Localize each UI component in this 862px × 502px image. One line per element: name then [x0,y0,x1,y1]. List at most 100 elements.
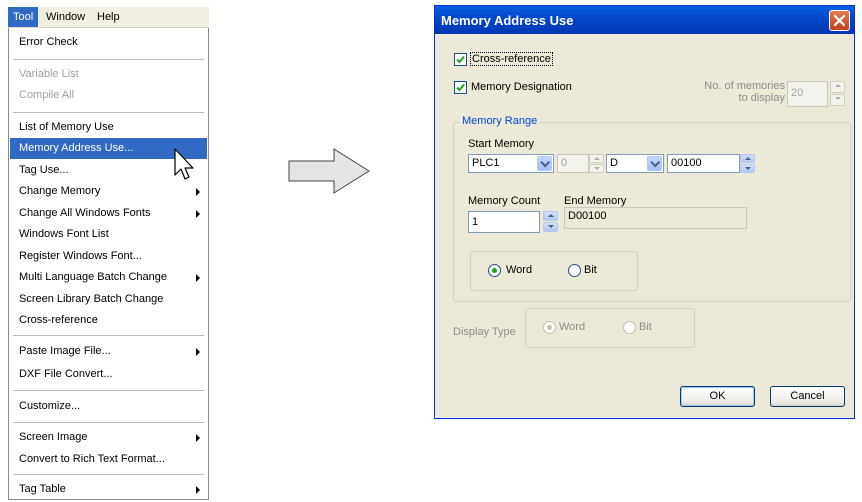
end-memory-value: D00100 [568,210,607,222]
close-icon [833,14,846,27]
menu-item-dxf-file-convert[interactable]: DXF File Convert... [10,364,207,385]
dialog-titlebar[interactable]: Memory Address Use [435,6,854,34]
menu-item-label: Tag Use... [19,164,69,176]
submenu-arrow-icon [196,486,200,494]
word-radio[interactable] [488,264,501,277]
menu-item-tag-table[interactable]: Tag Table [10,479,207,500]
menu-item-variable-list: Variable List [10,64,207,85]
cross-reference-label[interactable]: Cross-reference [470,52,553,66]
address-spinner[interactable] [740,154,755,173]
memory-designation-checkbox[interactable] [454,81,467,94]
menu-item-error-check[interactable]: Error Check [10,32,207,53]
word-radio-label[interactable]: Word [506,264,532,276]
dialog-body: Cross-reference Memory Designation No. o… [438,34,851,415]
end-memory-field: D00100 [564,207,747,229]
menu-item-multi-language-batch-change[interactable]: Multi Language Batch Change [10,267,207,288]
spin-up-icon[interactable] [543,211,558,221]
device-value: D [610,157,618,169]
start-memory-label: Start Memory [468,138,535,150]
menu-item-label: Error Check [19,36,78,48]
station-value: 0 [561,157,568,169]
close-button[interactable] [829,10,850,31]
address-value: 00100 [671,157,702,169]
spin-down-icon[interactable] [740,164,755,173]
memory-designation-label[interactable]: Memory Designation [471,81,572,93]
display-word-label: Word [559,321,586,333]
display-bit-radio [623,321,636,334]
menu-item-label: Paste Image File... [19,345,111,357]
menu-item-label: Multi Language Batch Change [19,271,167,283]
menubar-help[interactable]: Help [92,7,125,27]
memory-count-spinner[interactable] [543,211,558,233]
menu-separator [13,59,204,60]
menu-separator [13,422,204,423]
display-bit-label: Bit [639,321,652,333]
display-type-label: Display Type [453,326,516,338]
menubar-tool[interactable]: Tool [8,7,39,27]
menu-item-label: List of Memory Use [19,121,114,133]
ok-button[interactable]: OK [680,386,755,407]
chevron-down-icon[interactable] [537,156,552,171]
device-select[interactable]: D [606,154,664,173]
menu-item-label: Windows Font List [19,228,109,240]
menu-item-screen-image[interactable]: Screen Image [10,427,207,448]
menu-item-list-of-memory-use[interactable]: List of Memory Use [10,117,207,138]
menu-item-customize[interactable]: Customize... [10,396,207,417]
spin-up-icon [830,81,845,93]
spin-up-icon[interactable] [740,154,755,163]
menubar-window[interactable]: Window [41,7,90,27]
no-of-memories-spinner [830,81,845,107]
menu-item-label: DXF File Convert... [19,368,113,380]
memory-count-field[interactable]: 1 [468,211,540,233]
menu-item-change-memory[interactable]: Change Memory [10,181,207,202]
tool-menu: Error Check Variable List Compile All Li… [8,28,209,500]
menu-item-register-windows-font[interactable]: Register Windows Font... [10,246,207,267]
menu-item-change-all-windows-fonts[interactable]: Change All Windows Fonts [10,203,207,224]
menu-item-label: Customize... [19,400,81,412]
bit-radio[interactable] [568,264,581,277]
menu-item-windows-font-list[interactable]: Windows Font List [10,224,207,245]
cross-reference-checkbox[interactable] [454,53,467,66]
menu-item-paste-image-file[interactable]: Paste Image File... [10,341,207,362]
cancel-button[interactable]: Cancel [770,386,845,407]
menu-item-label: Compile All [19,89,75,101]
memory-address-use-dialog: Memory Address Use Cross-reference Memor… [434,5,855,419]
submenu-arrow-icon [196,348,200,356]
station-field: 0 [557,154,589,173]
checkmark-icon [456,55,465,64]
menu-item-screen-library-batch-change[interactable]: Screen Library Batch Change [10,289,207,310]
spin-up-icon [589,154,604,163]
plc-select[interactable]: PLC1 [468,154,554,173]
menu-item-label: Variable List [19,68,79,80]
menu-separator [13,112,204,113]
no-of-memories-label-line2: to display [738,92,785,104]
no-of-memories-label: No. of memories to display [695,80,785,104]
spin-down-icon[interactable] [543,222,558,232]
menu-item-label: Register Windows Font... [19,250,142,262]
menu-item-label: Convert to Rich Text Format... [19,453,165,465]
station-spinner [589,154,604,173]
menu-item-compile-all: Compile All [10,85,207,106]
checkmark-icon [456,83,465,92]
menu-item-cross-reference[interactable]: Cross-reference [10,310,207,331]
memory-count-label: Memory Count [468,195,541,207]
no-of-memories-value: 20 [791,87,804,99]
spin-down-icon [830,94,845,106]
plc-value: PLC1 [472,157,500,169]
menu-separator [13,390,204,391]
spin-down-icon [589,164,604,173]
menu-item-label: Tag Table [19,483,66,495]
right-arrow-icon [288,148,370,194]
mouse-cursor-icon [174,148,194,180]
menu-item-label: Cross-reference [19,314,98,326]
bit-radio-label[interactable]: Bit [584,264,597,276]
memory-range-title: Memory Range [460,115,540,127]
no-of-memories-label-line1: No. of memories [704,80,785,92]
address-field[interactable]: 00100 [667,154,740,173]
menu-item-convert-to-rich-text-format[interactable]: Convert to Rich Text Format... [10,449,207,470]
memory-count-value: 1 [472,216,479,228]
submenu-arrow-icon [196,434,200,442]
chevron-down-icon[interactable] [647,156,662,171]
submenu-arrow-icon [196,188,200,196]
menu-separator [13,335,204,336]
